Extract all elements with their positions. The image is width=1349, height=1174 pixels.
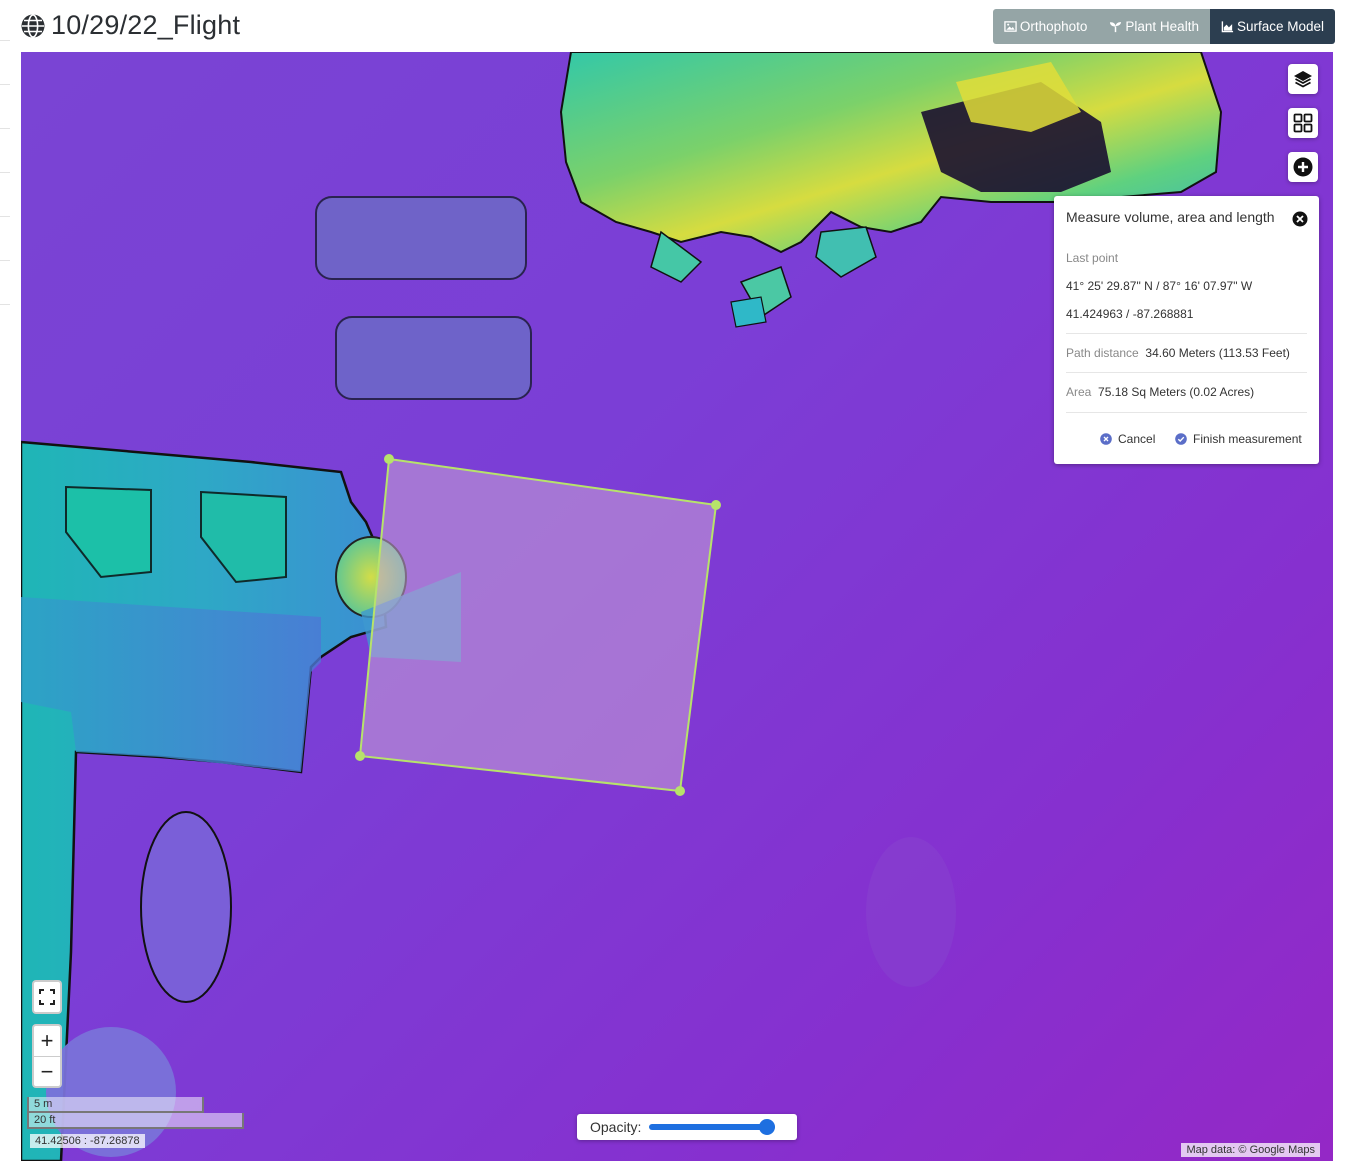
area-row: Area 75.18 Sq Meters (0.02 Acres) xyxy=(1066,385,1254,399)
tab-orthophoto[interactable]: Orthophoto xyxy=(992,9,1099,44)
divider xyxy=(1066,412,1307,413)
path-distance-row: Path distance 34.60 Meters (113.53 Feet) xyxy=(1066,346,1290,360)
tab-orthophoto-label: Orthophoto xyxy=(1019,19,1088,34)
tab-plant-health[interactable]: Plant Health xyxy=(1098,9,1210,44)
path-distance-label: Path distance xyxy=(1066,346,1139,360)
zoom-in-button[interactable]: + xyxy=(34,1026,60,1057)
map-view[interactable]: Measure volume, area and length Last poi… xyxy=(21,52,1333,1161)
area-label: Area xyxy=(1066,385,1092,399)
opacity-label: Opacity: xyxy=(590,1119,642,1135)
zoom-control: + − xyxy=(32,1024,62,1088)
times-circle-icon xyxy=(1100,433,1112,445)
fullscreen-button[interactable] xyxy=(34,982,60,1012)
opacity-slider[interactable] xyxy=(649,1119,776,1135)
cancel-button[interactable]: Cancel xyxy=(1100,432,1155,446)
cancel-label: Cancel xyxy=(1118,432,1156,446)
tab-plant-health-label: Plant Health xyxy=(1125,19,1199,34)
view-tabs: Orthophoto Plant Health Surface Model xyxy=(992,9,1335,44)
check-circle-icon xyxy=(1175,433,1187,445)
image-icon xyxy=(1004,21,1017,32)
cursor-coordinates: 41.42506 : -87.26878 xyxy=(30,1134,145,1148)
close-icon[interactable] xyxy=(1292,211,1308,227)
layers-icon xyxy=(1294,71,1312,88)
grid-icon xyxy=(1293,113,1313,133)
layers-button[interactable] xyxy=(1288,64,1318,94)
divider xyxy=(1066,333,1307,334)
chart-area-icon xyxy=(1221,21,1234,33)
header: 10/29/22_Flight Orthophoto Plant Health xyxy=(20,8,1335,48)
tab-surface-model-label: Surface Model xyxy=(1236,19,1324,34)
area-value: 75.18 Sq Meters (0.02 Acres) xyxy=(1098,385,1255,399)
tab-surface-model[interactable]: Surface Model xyxy=(1209,9,1335,44)
measure-panel: Measure volume, area and length Last poi… xyxy=(1054,196,1319,464)
plus-circle-icon xyxy=(1293,157,1313,177)
opacity-slider-handle[interactable] xyxy=(759,1119,776,1135)
page-title: 10/29/22_Flight xyxy=(20,10,240,41)
last-point-dms: 41° 25' 29.87" N / 87° 16' 07.97" W xyxy=(1066,279,1253,293)
last-point-label: Last point xyxy=(1066,251,1119,265)
finish-measurement-button[interactable]: Finish measurement xyxy=(1175,432,1302,446)
zoom-out-button[interactable]: − xyxy=(34,1057,60,1087)
divider xyxy=(1066,372,1307,373)
scale-metric: 5 m xyxy=(27,1097,204,1113)
fullscreen-icon xyxy=(39,989,55,1005)
page-edge xyxy=(0,0,12,1174)
finish-label: Finish measurement xyxy=(1193,432,1302,446)
add-measure-button[interactable] xyxy=(1288,152,1318,182)
scale-imperial: 20 ft xyxy=(27,1113,244,1129)
map-attribution: Map data: © Google Maps xyxy=(1181,1143,1320,1157)
fullscreen-control xyxy=(32,980,62,1014)
seedling-icon xyxy=(1110,22,1122,33)
opacity-control: Opacity: xyxy=(577,1114,797,1140)
measure-title: Measure volume, area and length xyxy=(1066,209,1275,225)
globe-icon xyxy=(21,13,45,38)
path-distance-value: 34.60 Meters (113.53 Feet) xyxy=(1145,346,1290,360)
last-point-decimal: 41.424963 / -87.268881 xyxy=(1066,307,1194,321)
title-text: 10/29/22_Flight xyxy=(51,10,241,40)
grid-button[interactable] xyxy=(1288,108,1318,138)
